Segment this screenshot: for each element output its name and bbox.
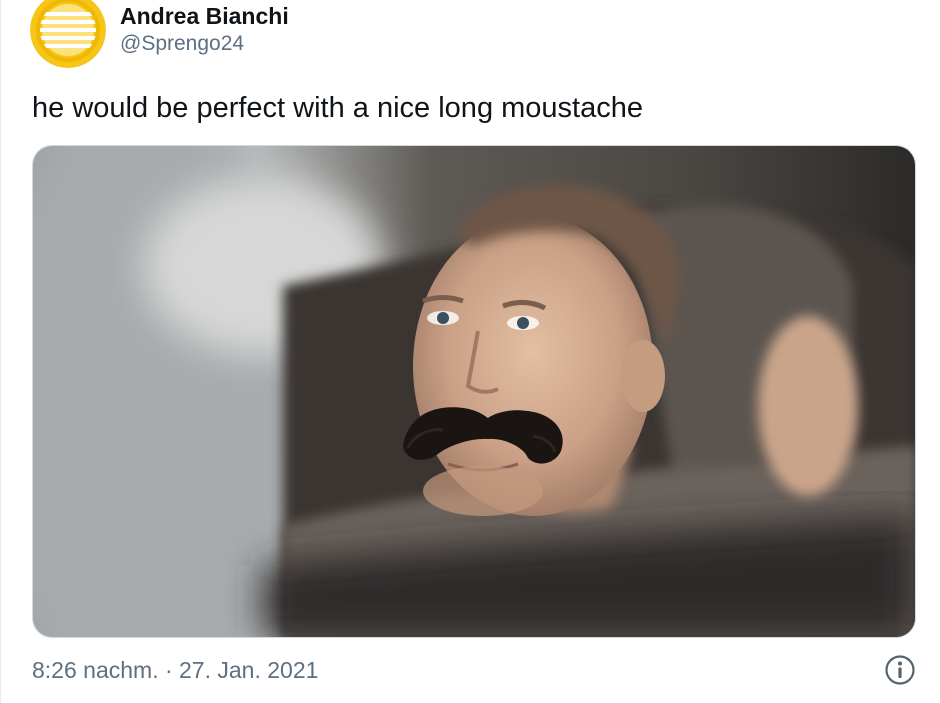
user-handle[interactable]: @Sprengo24: [120, 30, 289, 58]
display-name[interactable]: Andrea Bianchi: [120, 2, 289, 30]
sun-logo-avatar-icon: [30, 0, 106, 68]
tweet-media-photo[interactable]: [32, 145, 916, 638]
tweet-text: he would be perfect with a nice long mou…: [32, 92, 643, 124]
photo-driver-moustache: [33, 146, 915, 637]
author-names: Andrea Bianchi @Sprengo24: [120, 2, 289, 58]
timestamp[interactable]: 8:26 nachm. · 27. Jan. 2021: [32, 657, 318, 684]
info-icon[interactable]: [884, 654, 916, 686]
divider: [0, 0, 1, 703]
tweet-card: Andrea Bianchi @Sprengo24 he would be pe…: [0, 0, 940, 703]
avatar[interactable]: [30, 0, 106, 68]
tweet-footer: 8:26 nachm. · 27. Jan. 2021: [32, 652, 916, 688]
tweet-header: Andrea Bianchi @Sprengo24: [30, 0, 289, 70]
